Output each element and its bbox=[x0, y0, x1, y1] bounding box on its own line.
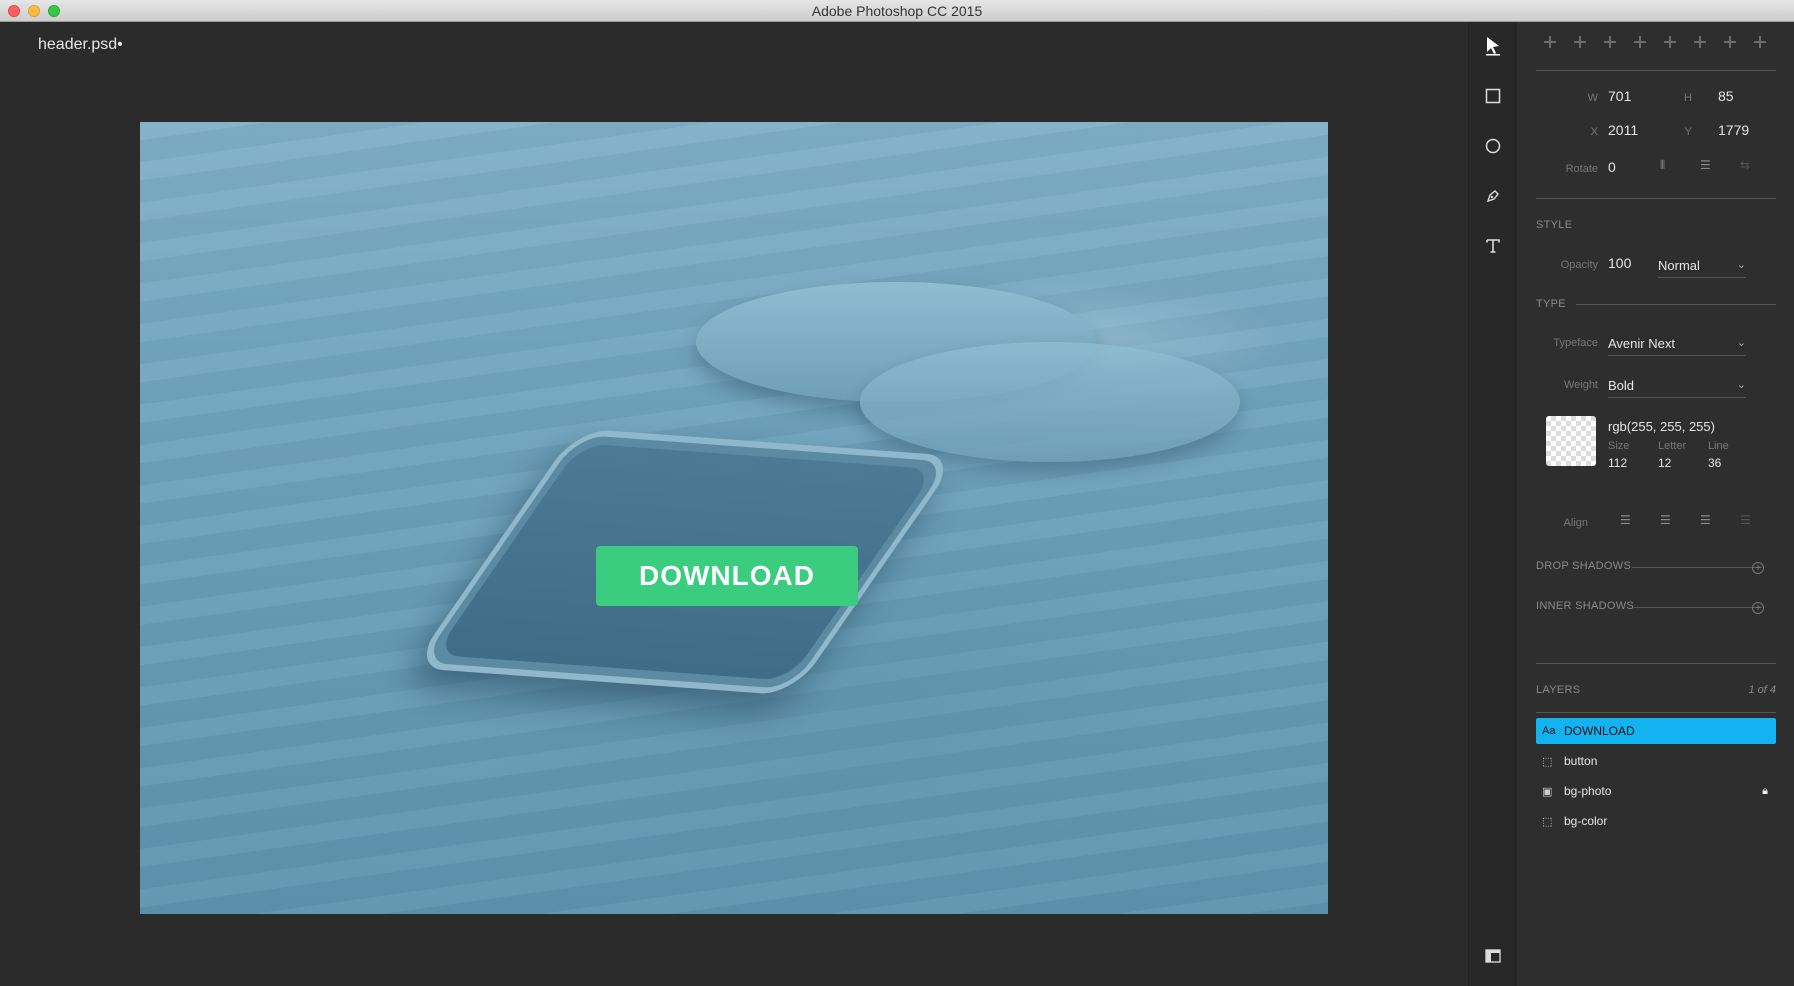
text-color-swatch[interactable] bbox=[1546, 416, 1596, 466]
drop-shadows-title: DROP SHADOWS bbox=[1536, 560, 1632, 572]
blend-mode-value: Normal bbox=[1658, 258, 1700, 273]
align-right-icon[interactable] bbox=[1602, 34, 1618, 50]
properties-panel: W 701 H 85 X 2011 Y 1779 Rotate 0 ⫴ ☰ ⇆ … bbox=[1518, 22, 1794, 986]
layer-item-download[interactable]: Aa DOWNLOAD bbox=[1536, 718, 1776, 744]
rotate-label: Rotate bbox=[1565, 163, 1598, 175]
traffic-lights bbox=[8, 5, 60, 17]
font-size-label: Size bbox=[1608, 440, 1630, 452]
ellipse-tool-icon[interactable] bbox=[1481, 134, 1505, 158]
select-arrow-icon[interactable] bbox=[1481, 34, 1505, 58]
lock-icon[interactable]: 🔒︎ bbox=[1762, 785, 1768, 798]
weight-value: Bold bbox=[1608, 378, 1635, 393]
typeface-value: Avenir Next bbox=[1608, 336, 1675, 351]
align-middle-icon[interactable] bbox=[1632, 34, 1648, 50]
divider bbox=[1576, 304, 1776, 305]
typeface-select[interactable]: Avenir Next ⌄ bbox=[1608, 336, 1746, 356]
flip-horizontal-icon[interactable]: ⫴ bbox=[1660, 158, 1665, 173]
align-top-icon[interactable] bbox=[1692, 34, 1708, 50]
x-field[interactable]: 2011 bbox=[1608, 122, 1638, 138]
divider bbox=[1634, 607, 1762, 608]
shape-layer-icon: ⬚ bbox=[1542, 815, 1553, 828]
download-text-layer[interactable]: DOWNLOAD bbox=[639, 560, 815, 592]
plus-icon: + bbox=[1752, 602, 1764, 614]
width-label: W bbox=[1587, 92, 1598, 104]
download-button-layer[interactable]: DOWNLOAD bbox=[596, 546, 858, 606]
layer-name: DOWNLOAD bbox=[1564, 724, 1635, 738]
font-size-field[interactable]: 112 bbox=[1608, 456, 1627, 470]
chevron-down-icon: ⌄ bbox=[1736, 337, 1746, 349]
artboard-canvas[interactable]: DOWNLOAD bbox=[140, 122, 1328, 914]
tools-bar bbox=[1468, 22, 1516, 986]
panel-toggle-icon[interactable] bbox=[1481, 944, 1505, 968]
line-height-field[interactable]: 36 bbox=[1708, 456, 1721, 470]
letter-spacing-field[interactable]: 12 bbox=[1658, 456, 1671, 470]
layer-item-bg-photo[interactable]: ▣ bg-photo 🔒︎ bbox=[1536, 778, 1776, 804]
typeface-label: Typeface bbox=[1553, 337, 1598, 349]
minimize-window-button[interactable] bbox=[28, 5, 40, 17]
divider bbox=[1632, 567, 1762, 568]
close-window-button[interactable] bbox=[8, 5, 20, 17]
align-label: Align bbox=[1563, 517, 1588, 529]
letter-spacing-label: Letter bbox=[1658, 440, 1687, 452]
divider bbox=[1536, 70, 1776, 71]
align-vcenter-icon[interactable] bbox=[1722, 34, 1738, 50]
layer-name: bg-color bbox=[1564, 814, 1608, 828]
rotate-field[interactable]: 0 bbox=[1608, 159, 1616, 175]
x-label: X bbox=[1590, 126, 1598, 138]
align-left-icon[interactable] bbox=[1542, 34, 1558, 50]
window-title: Adobe Photoshop CC 2015 bbox=[811, 2, 983, 19]
divider bbox=[1536, 712, 1776, 713]
divider bbox=[1536, 663, 1776, 664]
layer-item-button[interactable]: ⬚ button bbox=[1536, 748, 1776, 774]
layer-name: button bbox=[1564, 754, 1598, 768]
style-section-title: STYLE bbox=[1536, 219, 1573, 231]
rectangle-tool-icon[interactable] bbox=[1481, 84, 1505, 108]
text-align-left-icon[interactable]: ☰ bbox=[1620, 513, 1631, 527]
width-field[interactable]: 701 bbox=[1608, 88, 1631, 104]
weight-label: Weight bbox=[1563, 379, 1598, 391]
text-align-justify-icon[interactable]: ☰ bbox=[1740, 513, 1751, 527]
align-right-edge-icon[interactable] bbox=[1662, 34, 1678, 50]
chevron-down-icon: ⌄ bbox=[1736, 379, 1746, 391]
opacity-field[interactable]: 100 bbox=[1608, 255, 1631, 271]
text-layer-icon: Aa bbox=[1542, 725, 1556, 737]
swap-icon[interactable]: ⇆ bbox=[1740, 158, 1750, 172]
alignment-toolbar bbox=[1542, 34, 1768, 50]
layer-item-bg-color[interactable]: ⬚ bg-color bbox=[1536, 808, 1776, 834]
type-section-title: TYPE bbox=[1536, 298, 1566, 310]
divider bbox=[1536, 198, 1776, 199]
pen-tool-icon[interactable] bbox=[1481, 184, 1505, 208]
image-layer-icon: ▣ bbox=[1542, 785, 1553, 798]
plus-icon: + bbox=[1752, 562, 1764, 574]
line-height-label: Line bbox=[1708, 440, 1729, 452]
text-align-center-icon[interactable]: ☰ bbox=[1660, 513, 1671, 527]
align-bottom-icon[interactable] bbox=[1752, 34, 1768, 50]
document-tab-title[interactable]: header.psd• bbox=[38, 36, 123, 54]
text-tool-icon[interactable] bbox=[1481, 234, 1505, 258]
shape-layer-icon: ⬚ bbox=[1542, 755, 1553, 768]
inner-shadows-title: INNER SHADOWS bbox=[1536, 600, 1635, 612]
y-field[interactable]: 1779 bbox=[1718, 122, 1749, 138]
align-center-icon[interactable] bbox=[1572, 34, 1588, 50]
window-titlebar: Adobe Photoshop CC 2015 bbox=[0, 0, 1794, 22]
text-color-value[interactable]: rgb(255, 255, 255) bbox=[1608, 419, 1715, 434]
flip-vertical-icon[interactable]: ☰ bbox=[1700, 158, 1711, 172]
coin-image bbox=[860, 342, 1240, 462]
text-align-right-icon[interactable]: ☰ bbox=[1700, 513, 1711, 527]
maximize-window-button[interactable] bbox=[48, 5, 60, 17]
opacity-label: Opacity bbox=[1560, 259, 1598, 271]
layers-section-title: LAYERS bbox=[1536, 684, 1581, 696]
height-label: H bbox=[1684, 92, 1692, 104]
height-field[interactable]: 85 bbox=[1718, 88, 1734, 104]
y-label: Y bbox=[1684, 126, 1692, 138]
blend-mode-select[interactable]: Normal ⌄ bbox=[1658, 258, 1746, 278]
layers-count: 1 of 4 bbox=[1748, 684, 1776, 696]
chevron-down-icon: ⌄ bbox=[1736, 259, 1746, 271]
layer-name: bg-photo bbox=[1564, 784, 1612, 798]
weight-select[interactable]: Bold ⌄ bbox=[1608, 378, 1746, 398]
